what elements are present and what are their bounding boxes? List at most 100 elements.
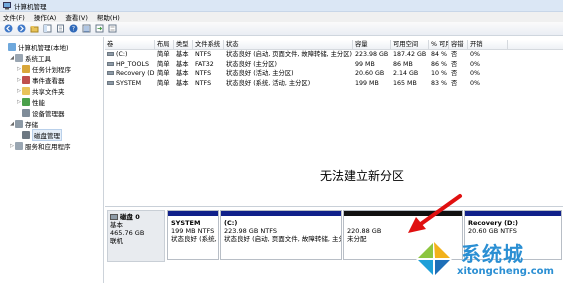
cell-status: 状态良好 (活动, 主分区) [226, 70, 294, 77]
tree-item-label: 任务计划程序 [32, 65, 71, 74]
cell-status: 状态良好 (系统, 活动, 主分区) [226, 79, 311, 87]
tools-icon [15, 53, 23, 62]
disk-size: 465.76 GB [110, 229, 145, 237]
menu-action[interactable]: 操作(A) [34, 12, 57, 22]
partition-c[interactable]: (C:) 223.98 GB NTFS 状态良好 (启动, 页面文件, 故障转储… [220, 210, 342, 260]
navigation-tree: 计算机管理(本地) ◢ 系统工具 ▷ 任务计划程序 ▷ 事件查看器 ▷ 共享文件夹 ▷ 性能设备管理… [0, 37, 104, 283]
table-row[interactable]: SYSTEM 简单 基本 NTFS 状态良好 (系统, 活动, 主分区) 199 MB 16… [105, 79, 563, 89]
cell-filesystem: FAT32 [195, 60, 214, 68]
tree-item-label: 系统工具 [25, 54, 51, 63]
device-icon [22, 108, 30, 117]
column-fault-tolerance[interactable]: 容错 [449, 40, 468, 49]
tree-item[interactable]: ▷ 共享文件夹 [0, 85, 103, 96]
column-capacity[interactable]: 容量 [353, 40, 391, 49]
cell-overhead: 0% [470, 51, 480, 58]
column-percent-free[interactable]: % 可用 [429, 40, 449, 49]
column-free-space[interactable]: 可用空间 [391, 40, 429, 49]
partition-name: SYSTEM [171, 219, 201, 227]
table-row[interactable]: HP_TOOLS 简单 基本 FAT32 状态良好 (主分区) 99 MB 86 MB 86 … [105, 60, 563, 70]
cell-filesystem: NTFS [195, 51, 212, 58]
cell-capacity: 199 MB [355, 79, 379, 87]
disk-0-label[interactable]: 磁盘 0 基本 465.76 GB 联机 [107, 210, 165, 262]
volume-icon [107, 71, 114, 75]
table-row[interactable]: Recovery (D:) 简单 基本 NTFS 状态良好 (活动, 主分区) 20.60… [105, 69, 563, 79]
storage-icon [15, 119, 23, 128]
cell-layout: 简单 [157, 70, 170, 77]
cell-overhead: 0% [470, 79, 480, 87]
watermark: 系统城 xitongcheng.com [411, 236, 563, 283]
help-icon[interactable]: ? [68, 24, 78, 34]
cell-capacity: 99 MB [355, 60, 375, 68]
cell-type: 基本 [176, 70, 189, 77]
menu-help[interactable]: 帮助(H) [97, 12, 120, 22]
back-icon[interactable] [3, 24, 13, 34]
cell-percent-free: 83 % [431, 79, 447, 87]
cell-type: 基本 [176, 79, 189, 87]
cell-filesystem: NTFS [195, 79, 212, 87]
tree-item[interactable]: ▷ 性能 [0, 96, 103, 107]
partition-size: 20.60 GB NTFS [468, 227, 517, 235]
tree-item[interactable]: ◢ 存储 [0, 118, 103, 129]
show-tree-icon[interactable] [42, 24, 52, 34]
cell-capacity: 20.60 GB [355, 70, 385, 77]
cell-fault-tolerance: 否 [451, 70, 458, 77]
disk-name: 磁盘 0 [120, 213, 140, 221]
tree-item[interactable]: ▷ 任务计划程序 [0, 63, 103, 74]
services-icon [15, 141, 23, 150]
clock-icon [22, 64, 30, 73]
menu-file[interactable]: 文件(F) [3, 12, 25, 22]
column-volume[interactable]: 卷 [105, 40, 155, 49]
view-icon[interactable] [81, 24, 91, 34]
cell-volume: Recovery (D:) [105, 69, 155, 79]
tree-item[interactable]: ▷ 事件查看器 [0, 74, 103, 85]
cell-capacity: 223.98 GB [355, 51, 389, 58]
volume-name: HP_TOOLS [116, 60, 149, 68]
cell-overhead: 0% [470, 70, 480, 77]
cell-layout: 简单 [157, 79, 170, 87]
tree-item-label: 事件查看器 [32, 76, 65, 85]
partition-size: 223.98 GB NTFS [224, 227, 277, 235]
tree-item[interactable]: 计算机管理(本地) [0, 41, 103, 52]
tree-item-label: 存储 [25, 120, 38, 129]
up-folder-icon[interactable] [29, 24, 39, 34]
column-layout[interactable]: 布局 [155, 40, 174, 49]
partition-system[interactable]: SYSTEM 199 MB NTFS 状态良好 (系统, [167, 210, 219, 260]
tree-item-label: 服务和应用程序 [25, 142, 71, 151]
cell-fault-tolerance: 否 [451, 51, 458, 58]
export-icon[interactable] [94, 24, 104, 34]
cell-free-space: 165 MB [393, 79, 417, 87]
volume-name: SYSTEM [116, 79, 142, 87]
cell-fault-tolerance: 否 [451, 79, 458, 87]
disk-icon [110, 214, 118, 220]
volume-icon [107, 52, 114, 56]
volume-icon [107, 61, 114, 66]
column-type[interactable]: 类型 [174, 40, 193, 49]
tree-item[interactable]: ◢ 系统工具 [0, 52, 103, 63]
disk-status: 联机 [110, 237, 123, 245]
partition-status: 状态良好 (启动, 页面文件, 故障转储, 主分区 [224, 235, 341, 243]
tree-item[interactable]: 磁盘管理 [0, 128, 103, 141]
column-status[interactable]: 状态 [224, 40, 353, 49]
windows-logo-icon [416, 240, 452, 278]
tree-item-label: 性能 [32, 98, 45, 107]
column-filesystem[interactable]: 文件系统 [193, 40, 224, 49]
tree-item[interactable]: ▷ 服务和应用程序 [0, 140, 103, 151]
folder-icon [22, 86, 30, 95]
window-title: 计算机管理 [14, 2, 47, 11]
cell-free-space: 86 MB [393, 60, 413, 68]
forward-icon[interactable] [16, 24, 26, 34]
log-icon [22, 75, 30, 84]
cell-volume: HP_TOOLS [105, 60, 155, 70]
column-overhead[interactable]: 开销 [468, 40, 508, 49]
tree-item[interactable]: 设备管理器 [0, 107, 103, 118]
properties-icon[interactable] [55, 24, 65, 34]
menu-bar: 文件(F) 操作(A) 查看(V) 帮助(H) [0, 12, 563, 22]
refresh-icon[interactable] [107, 24, 117, 34]
tree-item-label: 共享文件夹 [32, 87, 65, 96]
cell-volume: SYSTEM [105, 79, 155, 89]
table-row[interactable]: (C:) 简单 基本 NTFS 状态良好 (启动, 页面文件, 故障转储, 主分区) 22… [105, 50, 563, 60]
cell-type: 基本 [176, 60, 189, 68]
tree-item-label: 设备管理器 [32, 109, 65, 118]
menu-view[interactable]: 查看(V) [65, 12, 88, 22]
partition-name: Recovery (D:) [468, 219, 519, 227]
